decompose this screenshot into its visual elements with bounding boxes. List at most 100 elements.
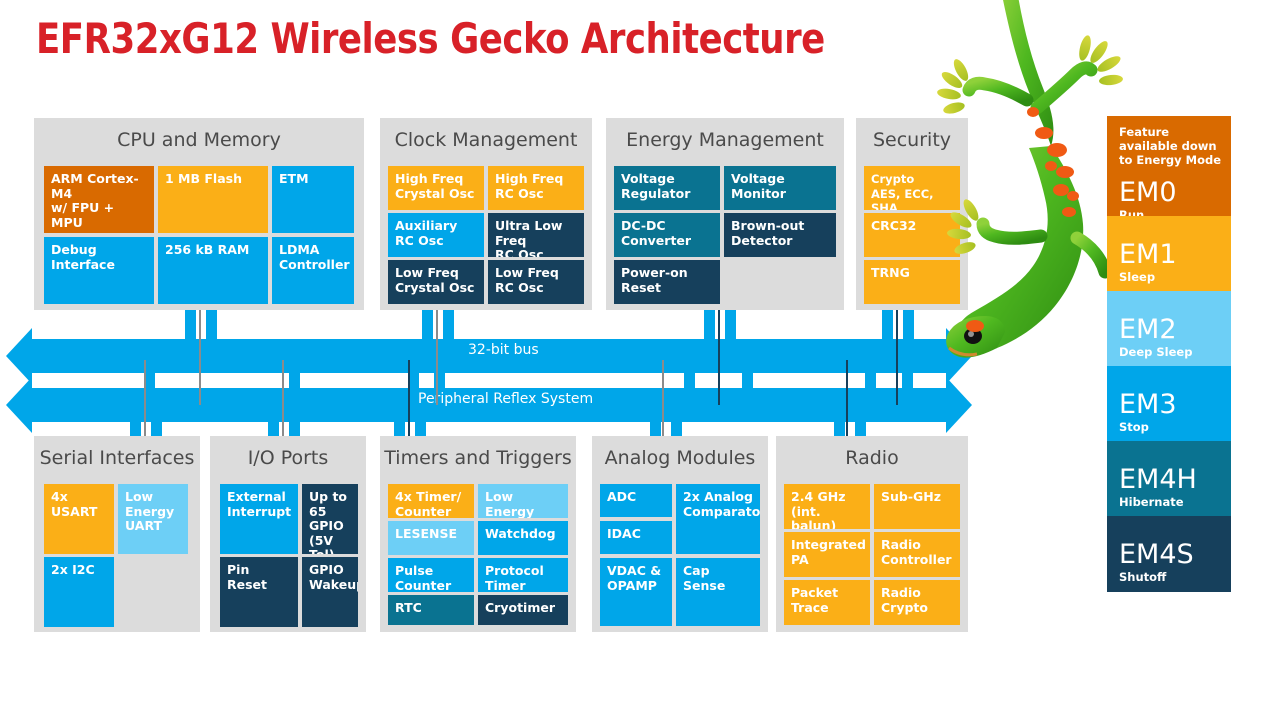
- bus-stub: [882, 310, 893, 342]
- panel-blocks: Voltage Regulator Voltage Monitor DC-DC …: [606, 118, 844, 310]
- block-watchdog: Watchdog: [478, 521, 568, 555]
- block-cap-sense: Cap Sense: [676, 558, 760, 626]
- block-debug-interface: Debug Interface: [44, 237, 154, 304]
- legend-item-em2: EM2 Deep Sleep: [1107, 291, 1231, 366]
- block-high-freq-crystal-osc: High Freq Crystal Osc: [388, 166, 484, 210]
- panel-cpu-and-memory: CPU and Memory ARM Cortex-M4 w/ FPU + MP…: [34, 118, 364, 310]
- block-idac: IDAC: [600, 521, 672, 554]
- bus-prs-label: Peripheral Reflex System: [418, 391, 594, 407]
- panel-blocks: Crypto AES, ECC, SHA CRC32 TRNG: [856, 118, 968, 310]
- legend-item-em1: EM1 Sleep: [1107, 216, 1231, 291]
- legend-em-label: EM4S: [1119, 539, 1194, 570]
- block-protocol-timer: Protocol Timer: [478, 558, 568, 592]
- panel-io-ports: I/O Ports External Interrupt Up to 65 GP…: [210, 436, 366, 632]
- block-trng: TRNG: [864, 260, 960, 304]
- bus-arrow-right: [946, 328, 972, 384]
- block-up-to-65-gpio: Up to 65 GPIO (5V Tol): [302, 484, 358, 554]
- bus-divider: [199, 310, 201, 405]
- legend-em-sub: Hibernate: [1119, 495, 1184, 509]
- block-2x-i2c: 2x I2C: [44, 557, 114, 627]
- block-low-freq-crystal-osc: Low Freq Crystal Osc: [388, 260, 484, 304]
- block-4x-timer-counter: 4x Timer/ Counter: [388, 484, 474, 518]
- bus-stub: [704, 310, 715, 342]
- panel-serial-interfaces: Serial Interfaces 4x USART Low Energy UA…: [34, 436, 200, 632]
- legend-item-em4h: EM4H Hibernate: [1107, 441, 1231, 516]
- legend-em-label: EM3: [1119, 389, 1177, 420]
- bus-stub: [443, 310, 454, 342]
- legend-em-sub: Stop: [1119, 420, 1149, 434]
- block-cryotimer: Cryotimer: [478, 595, 568, 625]
- bus-stub: [206, 310, 217, 342]
- block-pulse-counter: Pulse Counter: [388, 558, 474, 592]
- block-low-energy-uart: Low Energy UART: [118, 484, 188, 554]
- block-crypto: Crypto AES, ECC, SHA: [864, 166, 960, 210]
- block-ultra-low-freq-rc-osc: Ultra Low Freq RC Osc: [488, 213, 584, 257]
- legend-em-label: EM2: [1119, 314, 1177, 345]
- legend-em-label: EM4H: [1119, 464, 1197, 495]
- block-brown-out-detector: Brown-out Detector: [724, 213, 836, 257]
- bus-arrow-left: [6, 328, 32, 384]
- legend-em-sub: Shutoff: [1119, 570, 1167, 584]
- legend-em-sub: Deep Sleep: [1119, 345, 1193, 359]
- panel-blocks: High Freq Crystal Osc High Freq RC Osc A…: [380, 118, 592, 310]
- block-lesense: LESENSE: [388, 521, 474, 555]
- block-pin-reset: Pin Reset: [220, 557, 298, 627]
- interconnect-bus: 32-bit bus Peripheral Reflex System: [0, 300, 990, 450]
- legend-item-em3: EM3 Stop: [1107, 366, 1231, 441]
- block-radio-controller: Radio Controller: [874, 532, 960, 577]
- block-voltage-regulator: Voltage Regulator: [614, 166, 720, 210]
- legend-em-label: EM0: [1119, 177, 1177, 208]
- panel-blocks: 2.4 GHz (int. balun) Sub-GHz Integrated …: [776, 436, 968, 632]
- block-power-on-reset: Power-on Reset: [614, 260, 720, 304]
- block-crc32: CRC32: [864, 213, 960, 257]
- page-title: EFR32xG12 Wireless Gecko Architecture: [36, 14, 825, 63]
- block-low-energy-timer: Low Energy Timer: [478, 484, 568, 518]
- block-adc: ADC: [600, 484, 672, 517]
- block-rtc: RTC: [388, 595, 474, 625]
- bus-divider: [896, 310, 898, 405]
- panel-clock-management: Clock Management High Freq Crystal Osc H…: [380, 118, 592, 310]
- panel-security: Security Crypto AES, ECC, SHA CRC32 TRNG: [856, 118, 968, 310]
- block-etm: ETM: [272, 166, 354, 233]
- block-packet-trace: Packet Trace: [784, 580, 870, 625]
- block-sub-ghz: Sub-GHz: [874, 484, 960, 529]
- block-auxiliary-rc-osc: Auxiliary RC Osc: [388, 213, 484, 257]
- block-1mb-flash: 1 MB Flash: [158, 166, 268, 233]
- bus-stub: [725, 310, 736, 342]
- block-ldma-controller: LDMA Controller: [272, 237, 354, 304]
- bus-arrow-right: [946, 377, 972, 433]
- bus-divider: [436, 310, 438, 405]
- panel-blocks: ADC 2x Analog Comparators IDAC VDAC & OP…: [592, 436, 768, 632]
- block-low-freq-rc-osc: Low Freq RC Osc: [488, 260, 584, 304]
- panel-energy-management: Energy Management Voltage Regulator Volt…: [606, 118, 844, 310]
- block-voltage-monitor: Voltage Monitor: [724, 166, 836, 210]
- block-vdac-and-opamp: VDAC & OPAMP: [600, 558, 672, 626]
- block-radio-crypto: Radio Crypto: [874, 580, 960, 625]
- block-external-interrupt: External Interrupt: [220, 484, 298, 554]
- bus-stub: [185, 310, 196, 342]
- bus-32-bit-label: 32-bit bus: [468, 342, 539, 358]
- legend-em-label: EM1: [1119, 239, 1177, 270]
- panel-blocks: ARM Cortex-M4 w/ FPU + MPU 1 MB Flash ET…: [34, 118, 364, 310]
- legend-em-sub: Sleep: [1119, 270, 1156, 284]
- block-integrated-pa: Integrated PA: [784, 532, 870, 577]
- panel-timers-and-triggers: Timers and Triggers 4x Timer/ Counter Lo…: [380, 436, 576, 632]
- bus-divider: [718, 310, 720, 405]
- block-high-freq-rc-osc: High Freq RC Osc: [488, 166, 584, 210]
- block-4x-usart: 4x USART: [44, 484, 114, 554]
- energy-mode-legend: Feature available down to Energy Mode EM…: [1107, 116, 1231, 635]
- bus-stub: [903, 310, 914, 342]
- block-arm-cortex-m4: ARM Cortex-M4 w/ FPU + MPU: [44, 166, 154, 233]
- block-256kb-ram: 256 kB RAM: [158, 237, 268, 304]
- panel-radio: Radio 2.4 GHz (int. balun) Sub-GHz Integ…: [776, 436, 968, 632]
- block-2-4-ghz: 2.4 GHz (int. balun): [784, 484, 870, 529]
- block-gpio-wakeup: GPIO Wakeup: [302, 557, 358, 627]
- bus-stub: [422, 310, 433, 342]
- legend-item-em4s: EM4S Shutoff: [1107, 516, 1231, 592]
- panel-analog-modules: Analog Modules ADC 2x Analog Comparators…: [592, 436, 768, 632]
- block-dc-dc-converter: DC-DC Converter: [614, 213, 720, 257]
- panel-blocks: External Interrupt Up to 65 GPIO (5V Tol…: [210, 436, 366, 632]
- panel-blocks: 4x Timer/ Counter Low Energy Timer LESEN…: [380, 436, 576, 632]
- panel-blocks: 4x USART Low Energy UART 2x I2C: [34, 436, 200, 632]
- legend-note: Feature available down to Energy Mode: [1119, 125, 1222, 167]
